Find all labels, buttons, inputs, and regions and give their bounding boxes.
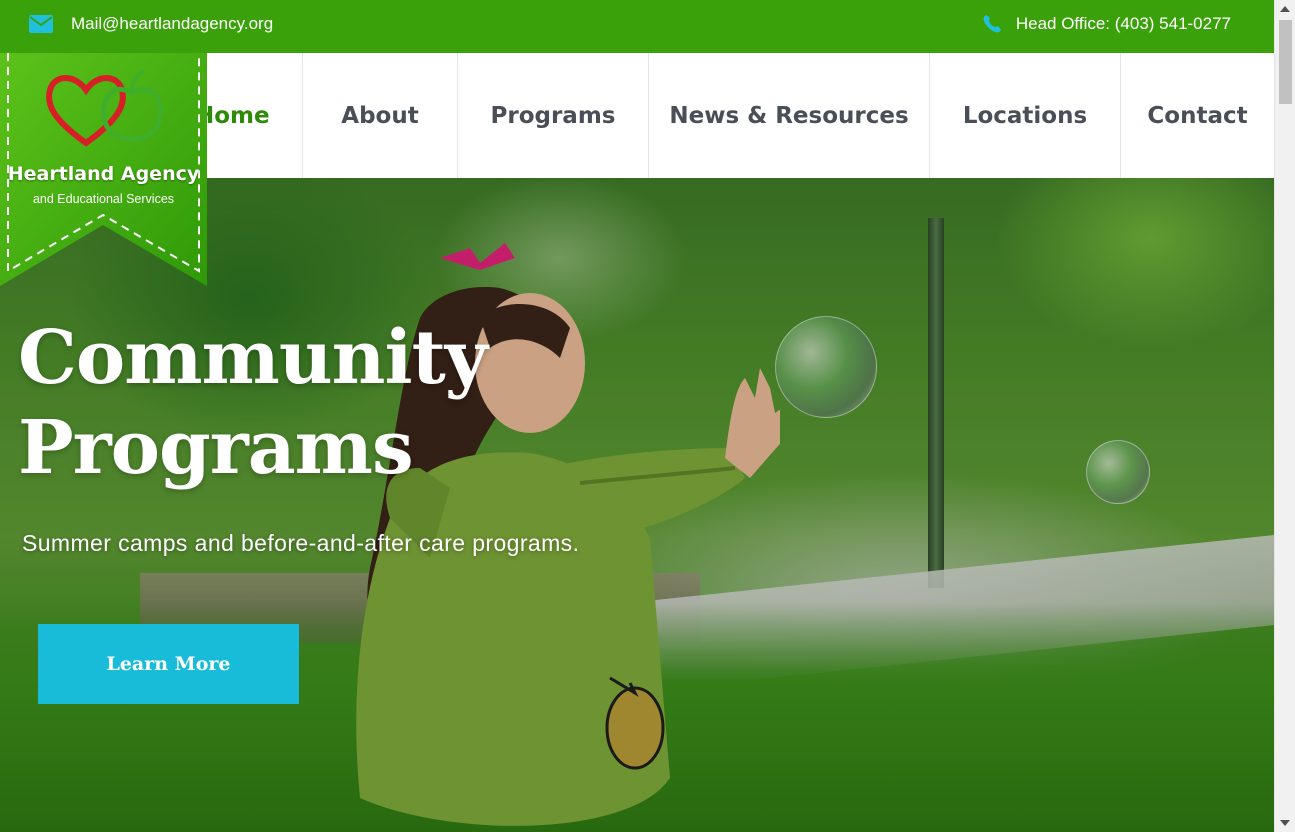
email-text[interactable]: Mail@heartlandagency.org: [71, 14, 273, 34]
hero-title: Community Programs: [18, 313, 488, 493]
hero-title-line: Community: [18, 315, 488, 401]
scroll-down-icon[interactable]: [1280, 820, 1290, 826]
nav-item-about[interactable]: About: [303, 53, 458, 178]
page-scrollbar[interactable]: [1274, 0, 1295, 832]
nav-item-home[interactable]: Home: [195, 53, 303, 178]
logo-name: Heartland Agency: [7, 163, 200, 185]
site-logo[interactable]: Heartland Agency and Educational Service…: [0, 53, 207, 286]
phone-text[interactable]: Head Office: (403) 541-0277: [1016, 14, 1231, 34]
phone-link[interactable]: Head Office: (403) 541-0277: [982, 14, 1231, 34]
envelope-icon: [29, 15, 53, 33]
nav-item-programs[interactable]: Programs: [458, 53, 649, 178]
nav-item-label[interactable]: Locations: [963, 103, 1087, 129]
heart-apple-icon: [46, 69, 163, 147]
nav-item-label[interactable]: News & Resources: [669, 103, 908, 129]
nav-item-label[interactable]: Programs: [491, 103, 616, 129]
email-link[interactable]: Mail@heartlandagency.org: [29, 14, 273, 34]
nav-item-locations[interactable]: Locations: [930, 53, 1121, 178]
scroll-up-icon[interactable]: [1280, 6, 1290, 12]
nav-item-contact[interactable]: Contact: [1121, 53, 1274, 178]
hero-subtitle: Summer camps and before-and-after care p…: [22, 530, 580, 556]
logo-tagline: and Educational Services: [32, 192, 175, 206]
learn-more-button[interactable]: Learn More: [38, 624, 299, 704]
phone-icon: [983, 15, 1001, 33]
top-contact-bar: Mail@heartlandagency.org Head Office: (4…: [0, 0, 1274, 53]
hero-title-line: Programs: [18, 405, 414, 491]
scrollbar-thumb[interactable]: [1279, 20, 1292, 104]
nav-item-news-resources[interactable]: News & Resources: [649, 53, 930, 178]
nav-item-label[interactable]: About: [341, 103, 418, 129]
nav-item-label[interactable]: Contact: [1147, 103, 1247, 129]
